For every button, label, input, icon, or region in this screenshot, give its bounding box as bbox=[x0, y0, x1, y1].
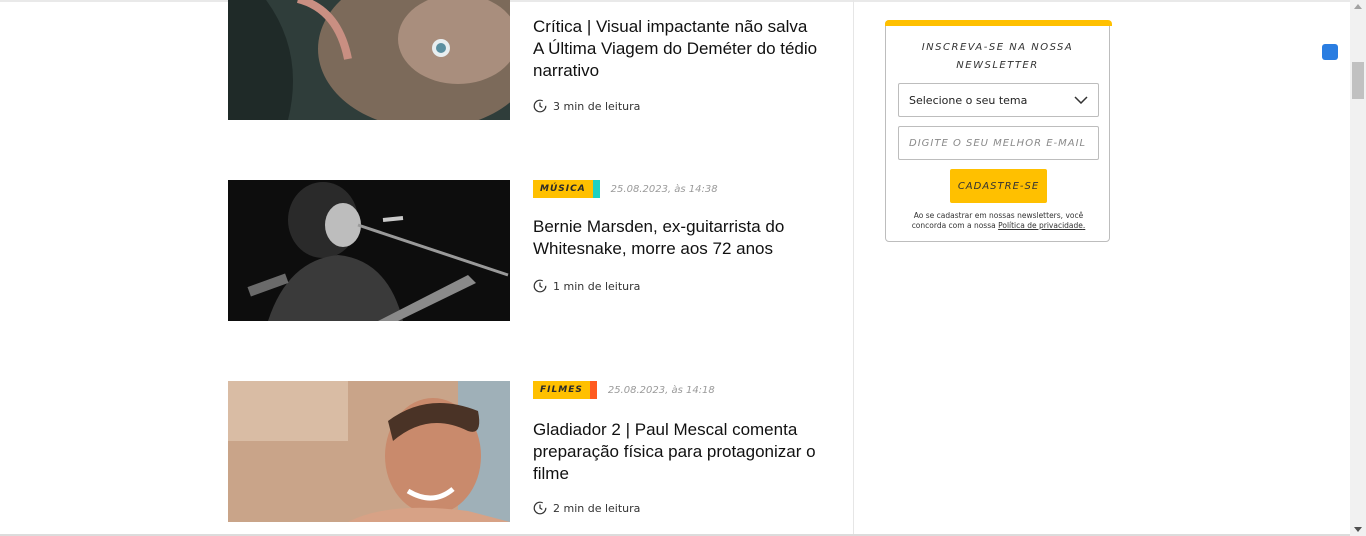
clock-icon bbox=[533, 99, 547, 113]
theme-select[interactable]: Selecione o seu tema bbox=[898, 83, 1099, 117]
top-border bbox=[0, 0, 1350, 2]
email-placeholder: DIGITE O SEU MELHOR E-MAIL bbox=[909, 137, 1087, 149]
read-time: 3 min de leitura bbox=[533, 99, 640, 113]
category-tag[interactable]: MÚSICA bbox=[533, 180, 600, 198]
category-tag[interactable]: FILMES bbox=[533, 381, 597, 399]
newsletter-title: INSCREVA-SE NA NOSSA NEWSLETTER bbox=[921, 42, 1074, 71]
theme-select-value: Selecione o seu tema bbox=[909, 93, 1028, 107]
article-title[interactable]: Gladiador 2 | Paul Mescal comenta prepar… bbox=[533, 419, 818, 485]
clock-icon bbox=[533, 279, 547, 293]
tag-edge bbox=[589, 381, 597, 399]
article-title[interactable]: Crítica | Visual impactante não salva A … bbox=[533, 16, 818, 82]
article-title[interactable]: Bernie Marsden, ex-guitarrista do Whites… bbox=[533, 216, 818, 260]
read-time: 1 min de leitura bbox=[533, 279, 640, 293]
email-field[interactable]: DIGITE O SEU MELHOR E-MAIL bbox=[898, 126, 1099, 160]
column-divider bbox=[853, 0, 854, 536]
read-time-label: 2 min de leitura bbox=[553, 501, 641, 515]
subscribe-button[interactable]: CADASTRE-SE bbox=[950, 169, 1047, 203]
scroll-up-arrow-icon[interactable] bbox=[1354, 4, 1362, 9]
category-label: FILMES bbox=[540, 385, 583, 395]
article-meta: FILMES 25.08.2023, às 14:18 bbox=[533, 381, 715, 399]
read-time-label: 3 min de leitura bbox=[553, 99, 641, 113]
article-image[interactable] bbox=[228, 381, 510, 522]
article-image[interactable] bbox=[228, 180, 510, 321]
clock-icon bbox=[533, 501, 547, 515]
extension-icon[interactable] bbox=[1322, 44, 1338, 60]
scroll-down-arrow-icon[interactable] bbox=[1354, 527, 1362, 532]
article-meta: MÚSICA 25.08.2023, às 14:38 bbox=[533, 180, 718, 198]
article-image[interactable] bbox=[228, 0, 510, 120]
publish-date: 25.08.2023, às 14:38 bbox=[610, 183, 718, 195]
newsletter-box: INSCREVA-SE NA NOSSA NEWSLETTER Selecion… bbox=[885, 20, 1112, 242]
scrollbar-thumb[interactable] bbox=[1352, 62, 1364, 99]
read-time: 2 min de leitura bbox=[533, 501, 640, 515]
vertical-scrollbar[interactable] bbox=[1350, 0, 1366, 536]
tag-edge bbox=[592, 180, 600, 198]
category-label: MÚSICA bbox=[540, 184, 586, 194]
newsletter-accent-bar bbox=[885, 20, 1112, 26]
read-time-label: 1 min de leitura bbox=[553, 279, 641, 293]
privacy-policy-link[interactable]: Política de privacidade bbox=[998, 221, 1083, 230]
chevron-down-icon bbox=[1074, 96, 1088, 104]
publish-date: 25.08.2023, às 14:18 bbox=[607, 384, 715, 396]
consent-text: Ao se cadastrar em nossas newsletters, v… bbox=[911, 211, 1086, 230]
